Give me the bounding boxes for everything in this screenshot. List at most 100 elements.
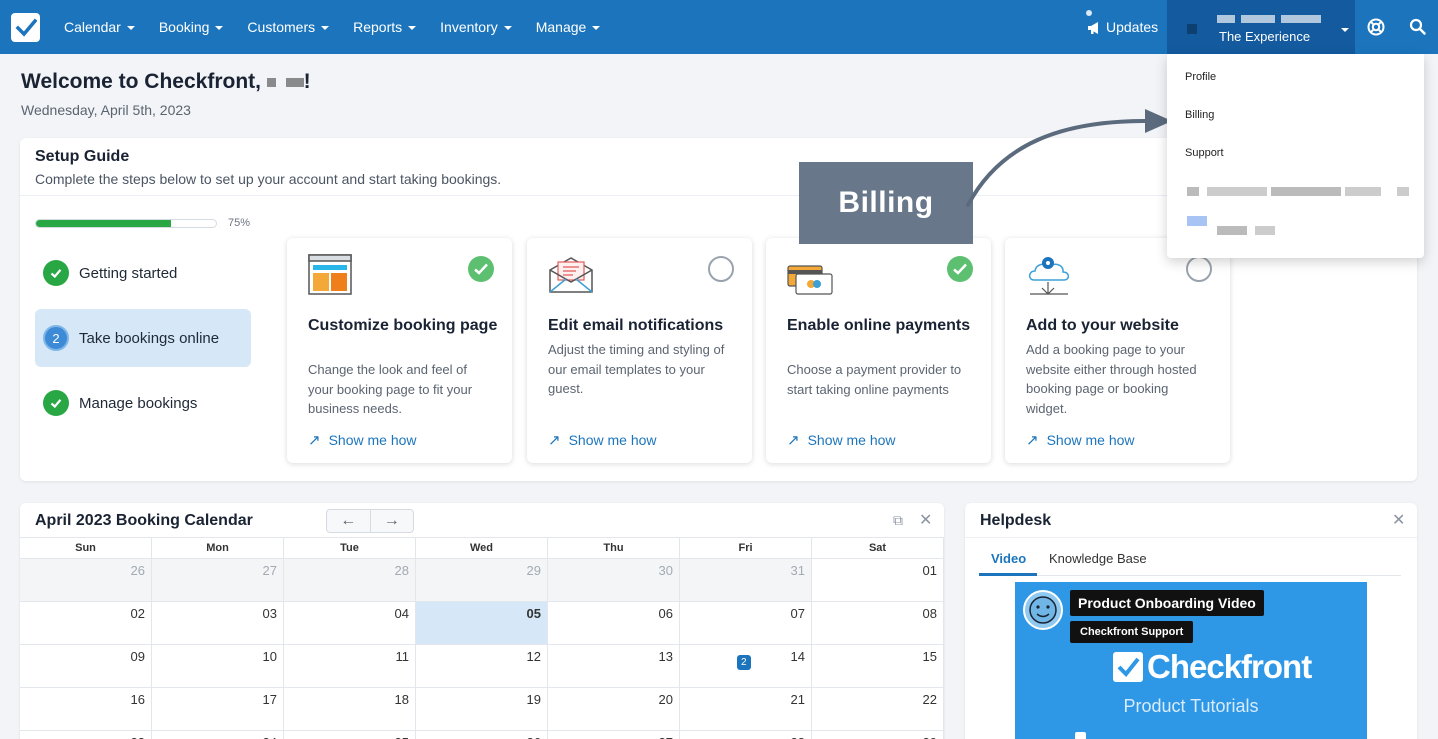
card-customize-booking-page[interactable]: Customize booking page Change the look a… xyxy=(287,238,512,463)
calendar-day[interactable]: 21 xyxy=(680,688,812,730)
calendar-week-row: 26 27 28 29 30 31 01 xyxy=(20,559,944,602)
weekday-header: Sat xyxy=(812,538,944,558)
chevron-down-icon xyxy=(215,26,224,30)
callout-arrow-icon xyxy=(966,109,1172,207)
redacted-account-user xyxy=(1241,15,1275,23)
external-arrow-icon: ↗ xyxy=(1026,432,1039,449)
weekday-header: Tue xyxy=(284,538,416,558)
show-me-how-link[interactable]: ↗ Show me how xyxy=(1026,431,1135,449)
nav-manage[interactable]: Manage xyxy=(524,0,613,54)
calendar-day[interactable]: 03 xyxy=(152,602,284,644)
calendar-day[interactable]: 14 2 xyxy=(680,645,812,687)
step-take-bookings-online[interactable]: 2 Take bookings online xyxy=(35,309,251,367)
show-me-how-link[interactable]: ↗ Show me how xyxy=(787,431,896,449)
calendar-day[interactable]: 29 xyxy=(416,559,548,601)
notification-dot-icon xyxy=(1086,10,1092,16)
video-title: Product Onboarding Video xyxy=(1070,590,1264,616)
calendar-day[interactable]: 12 xyxy=(416,645,548,687)
day-number: 10 xyxy=(262,649,277,664)
dropdown-item-billing[interactable]: Billing xyxy=(1185,109,1214,121)
calendar-day[interactable]: 11 xyxy=(284,645,416,687)
calendar-day[interactable]: 17 xyxy=(152,688,284,730)
link-label: Show me how xyxy=(807,432,896,448)
calendar-day[interactable]: 27 xyxy=(548,731,680,739)
calendar-day[interactable]: 28 xyxy=(284,559,416,601)
calendar-day[interactable]: 26 xyxy=(20,559,152,601)
close-icon[interactable]: ✕ xyxy=(1392,510,1405,530)
onboarding-video-player[interactable]: Product Onboarding Video Checkfront Supp… xyxy=(1015,582,1367,739)
step-getting-started[interactable]: Getting started xyxy=(35,244,251,302)
calendar-day[interactable]: 07 xyxy=(680,602,812,644)
step-manage-bookings[interactable]: Manage bookings xyxy=(35,374,251,432)
day-number: 02 xyxy=(130,606,145,621)
avatar xyxy=(1187,24,1197,34)
nav-calendar[interactable]: Calendar xyxy=(52,0,147,54)
calendar-day[interactable]: 02 xyxy=(20,602,152,644)
checkfront-logo-icon[interactable] xyxy=(11,13,40,42)
calendar-day[interactable]: 22 xyxy=(812,688,944,730)
calendar-day[interactable]: 30 xyxy=(548,559,680,601)
nav-customers[interactable]: Customers xyxy=(235,0,341,54)
day-number: 26 xyxy=(527,735,541,739)
card-add-to-your-website[interactable]: Add to your website Add a booking page t… xyxy=(1005,238,1230,463)
calendar-day[interactable]: 04 xyxy=(284,602,416,644)
booking-count-badge[interactable]: 2 xyxy=(737,655,751,670)
nav-booking[interactable]: Booking xyxy=(147,0,236,54)
show-me-how-link[interactable]: ↗ Show me how xyxy=(308,431,417,449)
card-description: Change the look and feel of your booking… xyxy=(308,362,473,416)
calendar-day[interactable]: 19 xyxy=(416,688,548,730)
nav-reports[interactable]: Reports xyxy=(341,0,428,54)
email-envelope-illustration-icon xyxy=(549,257,593,293)
calendar-day[interactable]: 27 xyxy=(152,559,284,601)
weekday-header: Thu xyxy=(548,538,680,558)
day-number: 20 xyxy=(658,692,673,707)
show-me-how-link[interactable]: ↗ Show me how xyxy=(548,431,657,449)
tab-video[interactable]: Video xyxy=(991,551,1026,566)
open-external-icon[interactable]: ⧉ xyxy=(893,512,903,529)
calendar-day-today[interactable]: 05 xyxy=(416,602,548,644)
calendar-day[interactable]: 15 xyxy=(812,645,944,687)
calendar-day[interactable]: 29 xyxy=(812,731,944,739)
chevron-down-icon xyxy=(321,26,330,30)
nav-manage-label: Manage xyxy=(535,19,587,35)
calendar-day[interactable]: 09 xyxy=(20,645,152,687)
calendar-day[interactable]: 10 xyxy=(152,645,284,687)
calendar-day[interactable]: 13 xyxy=(548,645,680,687)
tab-knowledge-base[interactable]: Knowledge Base xyxy=(1049,551,1147,566)
calendar-day[interactable]: 28 xyxy=(680,731,812,739)
chevron-down-icon xyxy=(408,26,417,30)
redacted-user-name xyxy=(285,77,304,87)
calendar-day[interactable]: 31 xyxy=(680,559,812,601)
checkmark-icon xyxy=(43,390,69,416)
day-number: 30 xyxy=(658,563,673,578)
account-menu-button[interactable]: The Experience xyxy=(1167,0,1355,54)
nav-inventory[interactable]: Inventory xyxy=(428,0,524,54)
help-lifebuoy-icon[interactable] xyxy=(1366,17,1386,37)
search-icon[interactable] xyxy=(1408,17,1428,37)
calendar-day[interactable]: 23 xyxy=(20,731,152,739)
day-number: 21 xyxy=(790,692,805,707)
card-title: Enable online payments xyxy=(787,317,971,334)
completed-check-icon xyxy=(468,256,494,282)
calendar-day[interactable]: 06 xyxy=(548,602,680,644)
calendar-day[interactable]: 20 xyxy=(548,688,680,730)
calendar-nav: ← → xyxy=(326,509,414,533)
close-icon[interactable]: ✕ xyxy=(919,510,932,530)
calendar-day[interactable]: 25 xyxy=(284,731,416,739)
calendar-day[interactable]: 01 xyxy=(812,559,944,601)
calendar-day[interactable]: 18 xyxy=(284,688,416,730)
dropdown-item-support[interactable]: Support xyxy=(1185,147,1224,159)
card-edit-email-notifications[interactable]: Edit email notifications Adjust the timi… xyxy=(527,238,752,463)
next-month-arrow-icon[interactable]: → xyxy=(371,510,414,532)
previous-month-arrow-icon[interactable]: ← xyxy=(327,510,371,532)
calendar-week-row: 16 17 18 19 20 21 22 xyxy=(20,688,944,731)
calendar-day[interactable]: 26 xyxy=(416,731,548,739)
calendar-day[interactable]: 16 xyxy=(20,688,152,730)
day-number: 26 xyxy=(130,563,145,578)
calendar-week-row: 02 03 04 05 06 07 08 xyxy=(20,602,944,645)
dropdown-item-profile[interactable]: Profile xyxy=(1185,71,1216,83)
calendar-day[interactable]: 24 xyxy=(152,731,284,739)
card-enable-online-payments[interactable]: Enable online payments Choose a payment … xyxy=(766,238,991,463)
updates-button[interactable]: Updates xyxy=(1086,0,1158,54)
calendar-day[interactable]: 08 xyxy=(812,602,944,644)
